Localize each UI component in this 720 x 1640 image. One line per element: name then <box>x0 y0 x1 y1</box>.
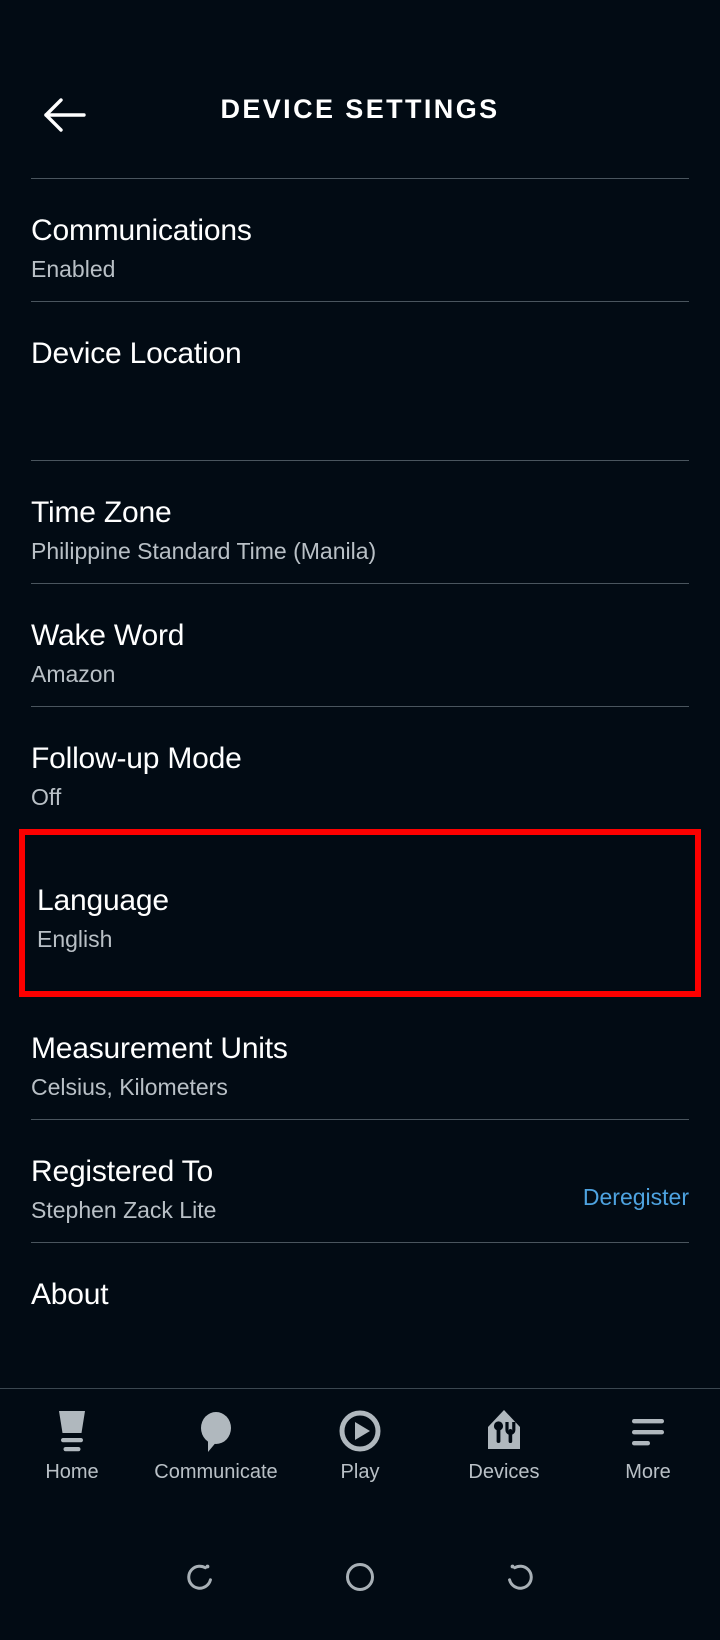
android-recents-icon <box>497 1554 543 1604</box>
devices-house-icon <box>478 1405 530 1457</box>
setting-row-communications[interactable]: Communications Enabled <box>0 179 720 301</box>
status-bar-area <box>0 0 720 60</box>
app-header: DEVICE SETTINGS <box>0 60 720 178</box>
tab-label: Home <box>45 1461 98 1484</box>
setting-row-device-location[interactable]: Device Location <box>0 302 720 460</box>
row-title: Communications <box>31 213 689 248</box>
tab-label: Play <box>341 1461 380 1484</box>
system-recents-button[interactable] <box>440 1554 600 1604</box>
row-title: Wake Word <box>31 618 689 653</box>
android-home-circle-icon <box>337 1554 383 1604</box>
device-settings-screen: DEVICE SETTINGS Communications Enabled D… <box>0 0 720 1640</box>
tab-devices[interactable]: Devices <box>432 1405 576 1484</box>
settings-list[interactable]: Communications Enabled Device Location T… <box>0 178 720 1388</box>
row-title: Device Location <box>31 336 689 371</box>
row-subtitle: Celsius, Kilometers <box>31 1070 689 1105</box>
android-back-icon <box>177 1554 223 1604</box>
setting-row-registered-to[interactable]: Registered To Stephen Zack Lite Deregist… <box>0 1120 720 1242</box>
row-subtitle: English <box>37 922 683 957</box>
tab-label: Communicate <box>154 1461 277 1484</box>
row-title: Language <box>37 883 683 918</box>
setting-row-about[interactable]: About <box>0 1243 720 1365</box>
row-title: Follow-up Mode <box>31 741 689 776</box>
page-title: DEVICE SETTINGS <box>0 94 720 125</box>
row-subtitle: Philippine Standard Time (Manila) <box>31 534 689 569</box>
home-device-icon <box>46 1405 98 1457</box>
tab-play[interactable]: Play <box>288 1405 432 1484</box>
tab-communicate[interactable]: Communicate <box>144 1405 288 1484</box>
setting-row-measurement-units[interactable]: Measurement Units Celsius, Kilometers <box>0 997 720 1119</box>
row-title: About <box>31 1277 689 1312</box>
speech-bubble-icon <box>190 1405 242 1457</box>
setting-row-time-zone[interactable]: Time Zone Philippine Standard Time (Mani… <box>0 461 720 583</box>
row-title: Measurement Units <box>31 1031 689 1066</box>
row-subtitle: Amazon <box>31 657 689 692</box>
system-home-button[interactable] <box>280 1554 440 1604</box>
system-back-button[interactable] <box>120 1554 280 1604</box>
setting-row-follow-up-mode[interactable]: Follow-up Mode Off <box>0 707 720 829</box>
row-title: Time Zone <box>31 495 689 530</box>
android-system-nav <box>0 1518 720 1640</box>
tab-label: More <box>625 1461 671 1484</box>
setting-row-wake-word[interactable]: Wake Word Amazon <box>0 584 720 706</box>
setting-row-language[interactable]: Language English <box>19 829 701 997</box>
bottom-tab-bar: Home Communicate Play <box>0 1388 720 1518</box>
deregister-link[interactable]: Deregister <box>583 1184 689 1211</box>
hamburger-menu-icon <box>622 1405 674 1457</box>
tab-label: Devices <box>468 1461 539 1484</box>
row-subtitle: Enabled <box>31 252 689 287</box>
play-circle-icon <box>334 1405 386 1457</box>
row-subtitle: Off <box>31 780 689 815</box>
tab-more[interactable]: More <box>576 1405 720 1484</box>
tab-home[interactable]: Home <box>0 1405 144 1484</box>
